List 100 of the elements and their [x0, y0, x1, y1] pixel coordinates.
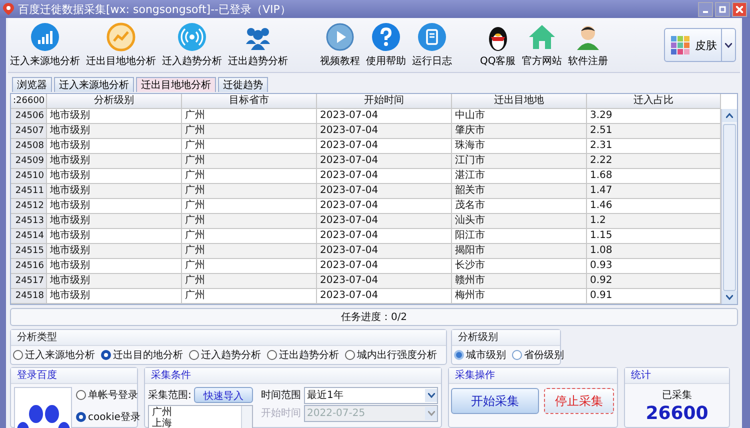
radio-option[interactable]: 城内出行强度分析 [345, 348, 437, 362]
table-cell: 2023-07-04 [317, 154, 452, 168]
radio-option[interactable]: cookie登录 [76, 410, 140, 424]
radio-option[interactable]: 单帐号登录 [76, 388, 140, 402]
table-cell: 江门市 [452, 154, 587, 168]
stat-value: 26600 [644, 404, 710, 424]
table-cell: 地市级别 [47, 244, 182, 258]
toolbar-button[interactable]: 迁入来源地分析 [8, 22, 82, 68]
row-number: 24512 [11, 199, 47, 213]
table-cell: 广州 [182, 259, 317, 273]
tab[interactable]: 迁入来源地分析 [54, 77, 134, 92]
scrollbar[interactable] [721, 109, 737, 304]
table-cell: 广州 [182, 109, 317, 123]
toolbar-button[interactable]: 使用帮助 [364, 22, 408, 68]
table-cell: 2023-07-04 [317, 199, 452, 213]
time-range-dropdown[interactable]: 最近1年 [304, 386, 438, 404]
radio-option[interactable]: 迁入来源地分析 [13, 348, 95, 362]
panel-title: 统计 [625, 368, 729, 384]
table-cell: 茂名市 [452, 199, 587, 213]
table-cell: 汕头市 [452, 214, 587, 228]
table-cell: 2023-07-04 [317, 244, 452, 258]
row-number: 24507 [11, 124, 47, 138]
signal-icon [177, 22, 207, 52]
skin-button[interactable]: 皮肤 [664, 28, 736, 62]
row-number: 24515 [11, 244, 47, 258]
table-cell: 梅州市 [452, 289, 587, 303]
minimize-button[interactable] [698, 2, 713, 16]
scroll-down-icon [726, 295, 733, 300]
tab[interactable]: 迁出目地地分析 [136, 77, 216, 92]
radio-option[interactable]: 迁出趋势分析 [267, 348, 339, 362]
tab[interactable]: 迁徙趋势 [218, 77, 268, 92]
table-cell: 揭阳市 [452, 244, 587, 258]
column-header[interactable]: 迁入占比 [587, 94, 721, 108]
table-cell: 2023-07-04 [317, 289, 452, 303]
column-header[interactable]: 目标省市 [182, 94, 317, 108]
row-number: 24517 [11, 274, 47, 288]
table-cell: 地市级别 [47, 259, 182, 273]
radio-option[interactable]: 迁出目的地分析 [101, 348, 183, 362]
table-cell: 珠海市 [452, 139, 587, 153]
toolbar-button[interactable]: 官方网站 [520, 22, 564, 68]
toolbar-button[interactable]: 迁入趋势分析 [160, 22, 224, 68]
tab[interactable]: 浏览器 [12, 77, 52, 92]
progress-text: 任务进度：0/2 [340, 310, 408, 324]
column-header[interactable]: 分析级别 [47, 94, 182, 108]
radio-option[interactable]: 省份级别 [512, 348, 564, 362]
table-cell: 地市级别 [47, 229, 182, 243]
home-icon [526, 22, 557, 52]
table-cell: 地市级别 [47, 154, 182, 168]
toolbar-button[interactable]: 运行日志 [410, 22, 454, 68]
range-text-area[interactable]: 广州 上海 [148, 405, 253, 428]
table-cell: 2023-07-04 [317, 124, 452, 138]
close-icon [736, 6, 743, 12]
toolbar-button[interactable]: 迁出目地地分析 [84, 22, 158, 68]
table-cell: 0.92 [587, 274, 721, 288]
stop-button[interactable]: 停止采集 [544, 388, 614, 414]
table-cell: 地市级别 [47, 169, 182, 183]
start-button[interactable]: 开始采集 [451, 388, 539, 414]
column-header[interactable]: 迁出目地地 [452, 94, 587, 108]
bar-chart-icon [30, 22, 60, 52]
radio-option[interactable]: 迁入趋势分析 [189, 348, 261, 362]
import-button[interactable]: 快速导入 [194, 387, 253, 403]
row-number: 24514 [11, 229, 47, 243]
table-cell: 地市级别 [47, 109, 182, 123]
toolbar-button[interactable]: 视频教程 [318, 22, 362, 68]
table-cell: 广州 [182, 199, 317, 213]
table-cell: 2023-07-04 [317, 184, 452, 198]
table-cell: 湛江市 [452, 169, 587, 183]
table-cell: 2.22 [587, 154, 721, 168]
table-cell: 2023-07-04 [317, 139, 452, 153]
text-line: 上海 [152, 418, 173, 428]
close-button[interactable] [732, 2, 747, 16]
table-cell: 地市级别 [47, 139, 182, 153]
palette-icon [669, 34, 691, 56]
field-label: 时间范围 [261, 388, 301, 402]
row-number: 24518 [11, 289, 47, 303]
table-cell: 地市级别 [47, 214, 182, 228]
toolbar-button[interactable]: 软件注册 [566, 22, 610, 68]
column-header[interactable]: 开始时间 [317, 94, 452, 108]
document-icon [417, 22, 447, 52]
table-cell: 长沙市 [452, 259, 587, 273]
panel-title: 采集条件 [145, 368, 441, 384]
table-cell: 2023-07-04 [317, 169, 452, 183]
field-label: 采集范围: [148, 388, 192, 402]
table-cell: 广州 [182, 229, 317, 243]
toolbar-button[interactable]: QQ客服 [478, 22, 518, 68]
table-cell: 地市级别 [47, 124, 182, 138]
toolbar-button[interactable]: 迁出趋势分析 [226, 22, 290, 68]
scroll-up-icon [726, 113, 733, 118]
table-cell: 地市级别 [47, 289, 182, 303]
radio-option[interactable]: 城市级别 [454, 348, 506, 362]
maximize-button[interactable] [715, 2, 730, 16]
table-cell: 肇庆市 [452, 124, 587, 138]
table-cell: 2023-07-04 [317, 229, 452, 243]
table-cell: 广州 [182, 289, 317, 303]
field-label: 开始时间 [261, 406, 301, 420]
row-number: 24511 [11, 184, 47, 198]
table-cell: 广州 [182, 169, 317, 183]
row-number: 24510 [11, 169, 47, 183]
panel-title: 采集操作 [449, 368, 617, 384]
scrollbar[interactable] [241, 406, 252, 428]
